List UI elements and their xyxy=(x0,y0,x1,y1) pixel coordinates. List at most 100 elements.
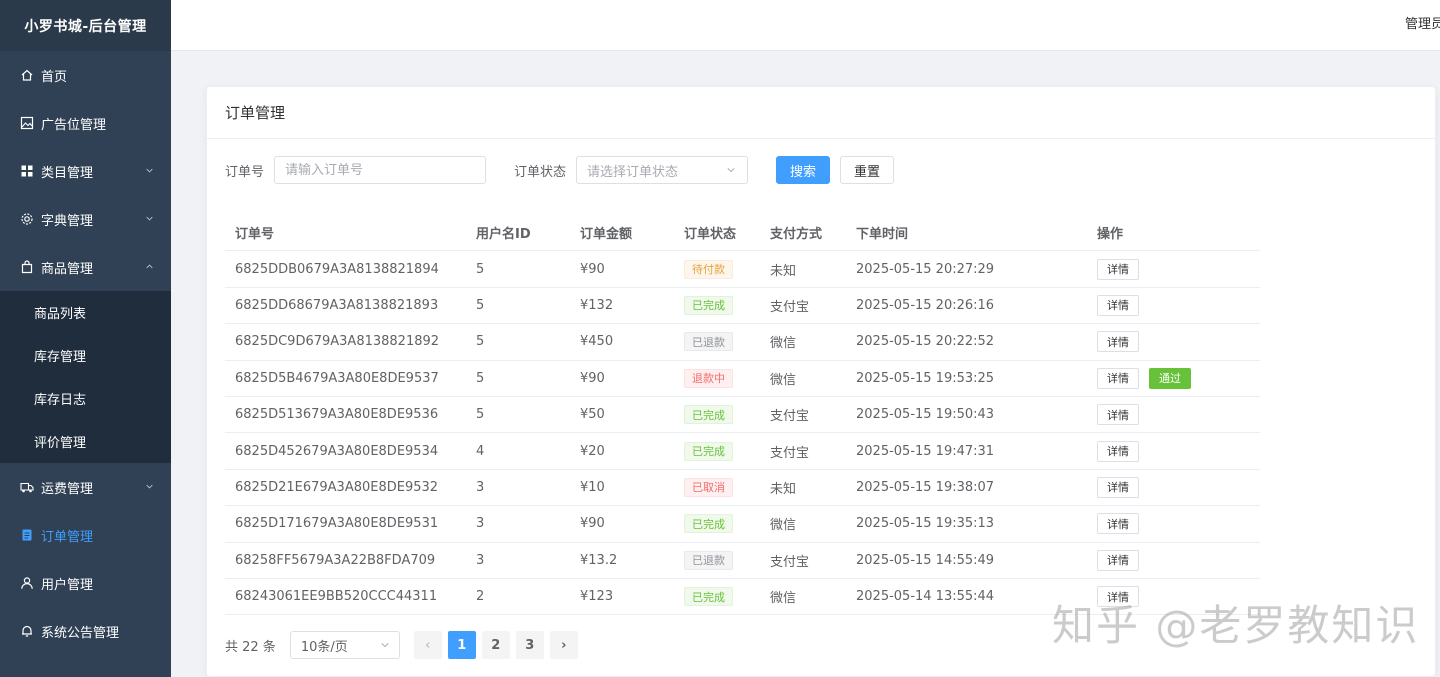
sidebar-item-2[interactable]: 类目管理 xyxy=(0,147,171,195)
page-1-button[interactable]: 1 xyxy=(447,631,476,659)
detail-button[interactable]: 详情 xyxy=(1097,549,1139,571)
sidebar-item-0[interactable]: 首页 xyxy=(0,51,171,99)
sidebar-submenu: 商品列表 库存管理 库存日志 评价管理 xyxy=(0,291,171,463)
status-select-placeholder: 请选择订单状态 xyxy=(587,164,679,180)
sidebar-subitem-1[interactable]: 库存管理 xyxy=(0,334,171,377)
sidebar-item-1[interactable]: 广告位管理 xyxy=(0,99,171,147)
detail-button[interactable]: 详情 xyxy=(1097,476,1139,498)
pay-method-cell: 微信 xyxy=(770,518,797,534)
sidebar-item-8[interactable]: 系统公告管理 xyxy=(0,607,171,655)
status-cell: 已退款 xyxy=(684,324,733,359)
user-id-cell: 5 xyxy=(476,334,485,350)
order-no-input[interactable] xyxy=(274,156,487,184)
sidebar-item-label: 广告位管理 xyxy=(41,117,107,133)
table-header-row: 订单号 用户名ID 订单金额 订单状态 支付方式 下单时间 操作 xyxy=(225,215,1260,252)
status-cell: 已完成 xyxy=(684,506,733,541)
sidebar-item-7[interactable]: 用户管理 xyxy=(0,559,171,607)
next-page-button[interactable]: › xyxy=(549,631,578,659)
page-2-button[interactable]: 2 xyxy=(481,631,510,659)
bag-icon xyxy=(21,260,33,274)
sidebar-subitem-0[interactable]: 商品列表 xyxy=(0,291,171,334)
order-time-cell: 2025-05-15 20:26:16 xyxy=(856,297,995,313)
status-badge: 已完成 xyxy=(684,441,733,461)
sidebar-subitem-3[interactable]: 评价管理 xyxy=(0,420,171,463)
detail-button[interactable]: 详情 xyxy=(1097,440,1139,462)
sidebar-item-label: 运费管理 xyxy=(41,481,94,497)
prev-page-button[interactable]: ‹ xyxy=(413,631,442,659)
amount-cell: ¥90 xyxy=(580,516,605,532)
amount-cell: ¥20 xyxy=(580,443,605,459)
pay-method-cell: 微信 xyxy=(770,591,797,607)
page-title: 订单管理 xyxy=(207,87,1435,139)
app-title: 小罗书城-后台管理 xyxy=(0,0,171,51)
page-3-button[interactable]: 3 xyxy=(515,631,544,659)
order-time-cell: 2025-05-15 19:50:43 xyxy=(856,407,995,423)
order-no-cell: 6825D21E679A3A80E8DE9532 xyxy=(235,479,439,495)
order-no-cell: 6825D513679A3A80E8DE9536 xyxy=(235,407,439,423)
amount-cell: ¥90 xyxy=(580,370,605,386)
user-icon xyxy=(21,577,33,589)
amount-cell: ¥450 xyxy=(580,334,614,350)
search-button[interactable]: 搜索 xyxy=(776,156,831,184)
reset-button[interactable]: 重置 xyxy=(840,156,895,184)
detail-button[interactable]: 详情 xyxy=(1097,294,1139,316)
detail-button[interactable]: 详情 xyxy=(1097,404,1139,426)
sidebar-item-3[interactable]: 字典管理 xyxy=(0,195,171,243)
approve-button[interactable]: 通过 xyxy=(1149,367,1191,389)
header-actions: 操作 xyxy=(1097,227,1124,243)
chevron-down-icon xyxy=(727,168,735,173)
sidebar-subitem-2[interactable]: 库存日志 xyxy=(0,377,171,420)
status-cell: 已完成 xyxy=(684,579,733,614)
amount-cell: ¥50 xyxy=(580,407,605,423)
user-id-cell: 3 xyxy=(476,479,485,495)
status-cell: 已完成 xyxy=(684,288,733,323)
order-no-label: 订单号 xyxy=(225,164,265,180)
order-no-cell: 6825D171679A3A80E8DE9531 xyxy=(235,516,439,532)
chevron-down-icon xyxy=(146,216,153,221)
sidebar-item-6[interactable]: 订单管理 xyxy=(0,511,171,559)
sidebar-item-label: 系统公告管理 xyxy=(41,625,120,641)
actions-cell: 详情 xyxy=(1097,324,1139,359)
detail-button[interactable]: 详情 xyxy=(1097,331,1139,353)
actions-cell: 详情 xyxy=(1097,288,1139,323)
table-row: 68258FF5679A3A22B8FDA709 3 ¥13.2 已退款 支付宝 2025… xyxy=(225,543,1260,579)
detail-button[interactable]: 详情 xyxy=(1097,367,1139,389)
pay-method-cell: 支付宝 xyxy=(770,554,810,570)
sidebar-item-4[interactable]: 商品管理 xyxy=(0,243,171,291)
detail-button[interactable]: 详情 xyxy=(1097,258,1139,280)
status-badge: 待付款 xyxy=(684,259,733,279)
table-row: 6825D513679A3A80E8DE9536 5 ¥50 已完成 支付宝 2025-0… xyxy=(225,397,1260,434)
status-badge: 退款中 xyxy=(684,368,733,388)
user-menu[interactable]: 管理员 xyxy=(1405,13,1440,32)
user-id-cell: 4 xyxy=(476,443,485,459)
user-id-cell: 5 xyxy=(476,261,485,277)
table-row: 6825D452679A3A80E8DE9534 4 ¥20 已完成 支付宝 2025-0… xyxy=(225,433,1260,470)
actions-cell: 详情 xyxy=(1097,543,1139,578)
status-cell: 退款中 xyxy=(684,361,733,396)
sidebar-item-label: 类目管理 xyxy=(41,165,94,181)
header-order-time: 下单时间 xyxy=(856,227,909,243)
status-badge: 已完成 xyxy=(684,514,733,534)
order-management-card: 订单管理 订单号 订单状态 请选择订单状态 搜索 重置 订单号 用户名ID 订单… xyxy=(206,86,1436,677)
sidebar-menu: 首页广告位管理类目管理字典管理 商品管理 商品列表 库存管理 库存日志 评价管理运费管理订… xyxy=(0,51,171,655)
user-id-cell: 3 xyxy=(476,516,485,532)
header-pay-method: 支付方式 xyxy=(770,227,823,243)
order-time-cell: 2025-05-15 20:22:52 xyxy=(856,334,995,350)
chevron-up-icon xyxy=(146,264,153,269)
sidebar-item-label: 订单管理 xyxy=(41,529,94,545)
order-time-cell: 2025-05-15 19:47:31 xyxy=(856,443,995,459)
order-no-cell: 6825DC9D679A3A8138821892 xyxy=(235,334,440,350)
status-badge: 已退款 xyxy=(684,550,733,570)
status-badge: 已退款 xyxy=(684,332,733,352)
pay-method-cell: 微信 xyxy=(770,372,797,388)
amount-cell: ¥13.2 xyxy=(580,552,618,568)
detail-button[interactable]: 详情 xyxy=(1097,513,1139,535)
page-size-value: 10条/页 xyxy=(300,639,348,655)
page-size-select[interactable]: 10条/页 xyxy=(289,631,400,659)
order-no-cell: 6825D452679A3A80E8DE9534 xyxy=(235,443,439,459)
document-icon xyxy=(22,529,32,541)
table-row: 6825DC9D679A3A8138821892 5 ¥450 已退款 微信 2025-0… xyxy=(225,324,1260,361)
sidebar-item-5[interactable]: 运费管理 xyxy=(0,463,171,511)
status-cell: 已完成 xyxy=(684,397,733,432)
status-select[interactable]: 请选择订单状态 xyxy=(576,156,749,184)
